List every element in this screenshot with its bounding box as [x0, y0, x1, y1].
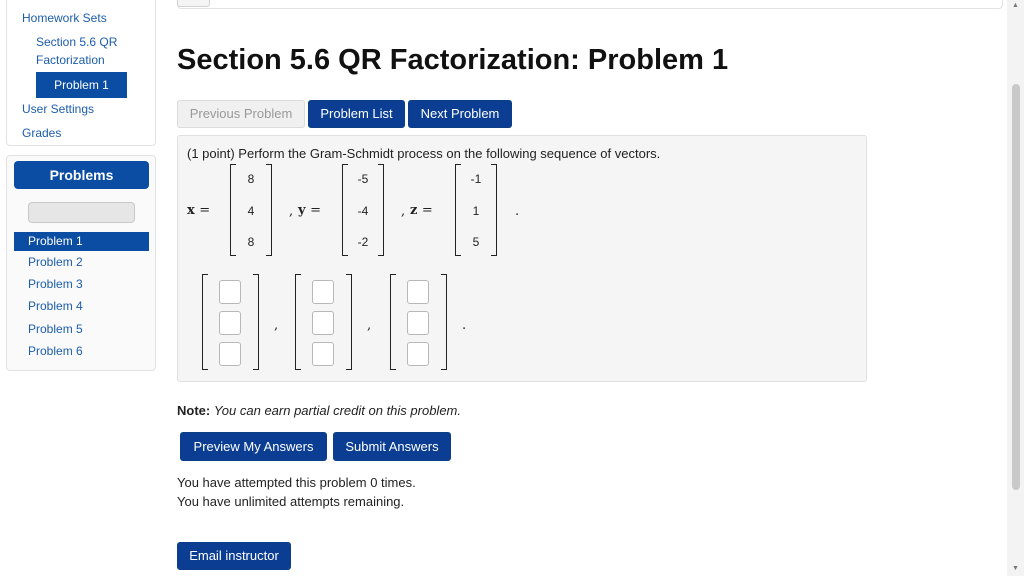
vector-y-label: y =: [298, 203, 321, 218]
vector-x-entry: 8: [247, 172, 255, 186]
vector-z-entry: 1: [472, 204, 480, 218]
problem-item-3[interactable]: Problem 3: [14, 275, 149, 294]
comma-separator: ,: [274, 318, 279, 333]
problem-box: [177, 135, 867, 382]
attempts-remaining: You have unlimited attempts remaining.: [177, 494, 405, 509]
answer-vector-1: [202, 274, 259, 370]
top-tab[interactable]: [177, 0, 210, 7]
vector-z-matrix: -1 1 5: [455, 164, 497, 256]
problems-progress-bar: [28, 202, 135, 223]
answer-input[interactable]: [219, 280, 241, 304]
vector-x-entry: 8: [247, 235, 255, 249]
previous-problem-button[interactable]: Previous Problem: [177, 100, 305, 128]
answer-vector-2: [295, 274, 352, 370]
vector-x-label: x =: [187, 203, 211, 218]
scroll-thumb[interactable]: [1012, 84, 1020, 490]
vector-z-label: z =: [410, 203, 433, 218]
period-separator: .: [462, 318, 467, 333]
answer-input[interactable]: [312, 311, 334, 335]
vector-x-entry: 4: [247, 204, 255, 218]
answer-input[interactable]: [219, 311, 241, 335]
answer-input[interactable]: [407, 280, 429, 304]
answer-input[interactable]: [312, 280, 334, 304]
nav-grades[interactable]: Grades: [22, 124, 61, 142]
scrollbar[interactable]: ▲ ▼: [1007, 0, 1024, 576]
partial-credit-note: Note: You can earn partial credit on thi…: [177, 403, 461, 418]
vector-z-entry: -1: [470, 172, 482, 186]
sidebar-nav: Homework Sets Section 5.6 QR Factorizati…: [6, 0, 156, 146]
problem-list-button[interactable]: Problem List: [308, 100, 405, 128]
answer-input[interactable]: [407, 311, 429, 335]
problem-item-4[interactable]: Problem 4: [14, 297, 149, 316]
comma-separator: ,: [289, 204, 294, 219]
vector-x-matrix: 8 4 8: [230, 164, 272, 256]
problem-item-2[interactable]: Problem 2: [14, 253, 149, 272]
nav-homework-sets[interactable]: Homework Sets: [22, 9, 107, 27]
problems-header: Problems: [14, 161, 149, 189]
vector-y-entry: -2: [357, 235, 369, 249]
problem-item-1[interactable]: Problem 1: [14, 232, 149, 251]
problem-statement: (1 point) Perform the Gram-Schmidt proce…: [187, 146, 661, 161]
vector-y-matrix: -5 -4 -2: [342, 164, 384, 256]
answer-input[interactable]: [407, 342, 429, 366]
period-separator: .: [515, 204, 520, 219]
nav-section[interactable]: Section 5.6 QR Factorization: [36, 33, 136, 69]
vector-z-entry: 5: [472, 235, 480, 249]
nav-problem-active[interactable]: Problem 1: [36, 72, 127, 98]
email-instructor-button[interactable]: Email instructor: [177, 542, 291, 570]
page-title: Section 5.6 QR Factorization: Problem 1: [177, 44, 729, 76]
preview-answers-button[interactable]: Preview My Answers: [180, 432, 327, 461]
answer-vector-3: [390, 274, 447, 370]
answer-input[interactable]: [219, 342, 241, 366]
comma-separator: ,: [367, 318, 372, 333]
problem-item-6[interactable]: Problem 6: [14, 342, 149, 361]
attempts-count: You have attempted this problem 0 times.: [177, 475, 416, 490]
next-problem-button[interactable]: Next Problem: [408, 100, 512, 128]
submit-answers-button[interactable]: Submit Answers: [333, 432, 451, 461]
problem-item-5[interactable]: Problem 5: [14, 320, 149, 339]
vector-y-entry: -4: [357, 204, 369, 218]
comma-separator: ,: [401, 204, 406, 219]
top-container: [177, 0, 1003, 9]
vector-y-entry: -5: [357, 172, 369, 186]
scroll-up-icon[interactable]: ▲: [1012, 2, 1019, 9]
problems-panel: Problems Problem 1 Problem 2 Problem 3 P…: [6, 155, 156, 371]
answer-input[interactable]: [312, 342, 334, 366]
nav-user-settings[interactable]: User Settings: [22, 100, 94, 118]
note-text: You can earn partial credit on this prob…: [213, 403, 461, 418]
scroll-down-icon[interactable]: ▼: [1012, 565, 1019, 572]
note-label: Note:: [177, 403, 211, 418]
